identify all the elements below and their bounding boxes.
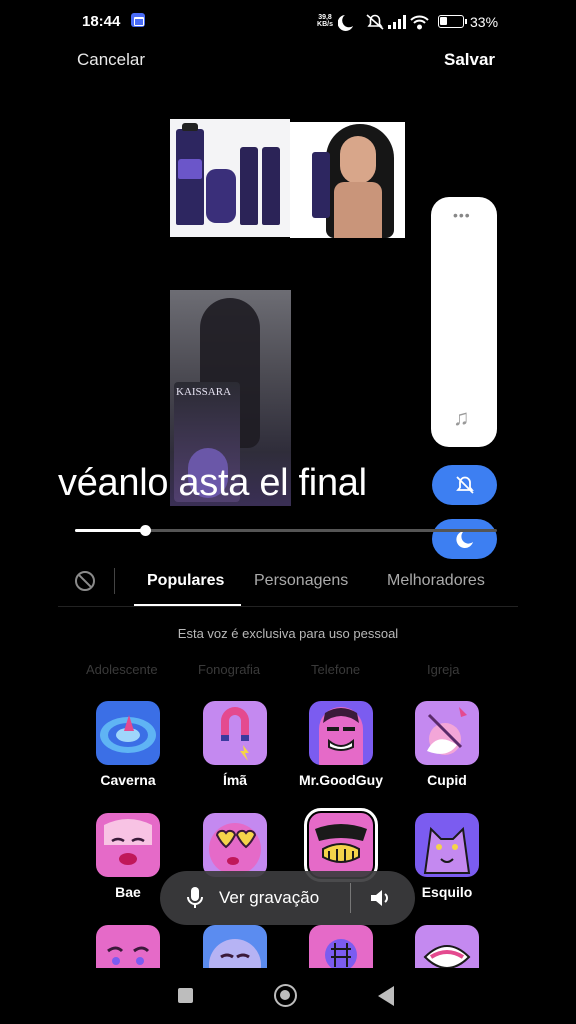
- recents-button[interactable]: [178, 988, 193, 1003]
- speaker-icon[interactable]: [369, 887, 393, 909]
- product-label: KAISSARA: [176, 386, 232, 398]
- tab-melhoradores[interactable]: Melhoradores: [387, 572, 485, 590]
- video-caption: véanlo asta el final: [58, 462, 367, 504]
- effect-row3-4[interactable]: [402, 925, 492, 968]
- goodguy-face-icon: [309, 701, 373, 765]
- effect-mr-goodguy[interactable]: Mr.GoodGuy: [296, 701, 386, 788]
- network-speed-unit: KB/s: [317, 21, 333, 28]
- magnet-icon: [203, 701, 267, 765]
- cancel-button[interactable]: Cancelar: [77, 50, 145, 70]
- effect-label: Ímã: [222, 772, 248, 788]
- back-button[interactable]: [378, 986, 394, 1006]
- effect-esquilo[interactable]: Esquilo: [402, 813, 492, 900]
- effect-lips-icon: [415, 925, 479, 968]
- product-photo-tile: [170, 119, 290, 237]
- effect-microphone-icon: [309, 925, 373, 968]
- model-photo-tile: [290, 122, 405, 238]
- timeline-thumb[interactable]: [140, 525, 151, 536]
- effect-tabs: Populares Personagens Melhoradores: [58, 562, 518, 607]
- tab-populares[interactable]: Populares: [147, 572, 224, 590]
- battery-percent: 33%: [470, 14, 499, 30]
- villain-face-icon: [304, 808, 378, 882]
- squirrel-icon: [415, 813, 479, 877]
- tab-personagens[interactable]: Personagens: [254, 572, 348, 590]
- tab-separator: [114, 568, 115, 594]
- home-button[interactable]: [274, 984, 297, 1007]
- faded-effect-label: Telefone: [311, 662, 361, 677]
- effect-row3-3[interactable]: [296, 925, 386, 968]
- faded-effect-label: Igreja: [427, 662, 460, 677]
- effect-label: Mr.GoodGuy: [299, 772, 383, 788]
- battery-value: 33: [470, 14, 486, 30]
- calendar-notification-icon: [131, 13, 145, 27]
- microphone-icon: [187, 887, 203, 908]
- effect-bae[interactable]: Bae: [83, 813, 173, 900]
- effect-caverna[interactable]: Caverna: [83, 701, 173, 788]
- floating-side-panel[interactable]: ••• ♫: [431, 197, 497, 447]
- battery-icon: [438, 15, 467, 28]
- bell-muted-icon: [455, 476, 474, 494]
- effect-label: Cupid: [427, 772, 467, 788]
- record-bar-separator: [350, 883, 351, 913]
- no-effect-icon[interactable]: [74, 570, 96, 592]
- exclusive-voice-hint: Esta voz é exclusiva para uso pessoal: [177, 626, 399, 641]
- network-speed-value: 39,8: [318, 14, 332, 21]
- view-recording-label[interactable]: Ver gravação: [219, 888, 319, 908]
- faded-effect-label: Adolescente: [86, 662, 158, 677]
- view-recording-bar[interactable]: Ver gravação: [160, 871, 415, 925]
- effect-label: Esquilo: [421, 884, 473, 900]
- effect-row3-1[interactable]: [83, 925, 173, 968]
- effect-ima[interactable]: Ímã: [190, 701, 280, 788]
- network-speed: 39,8 KB/s: [315, 14, 335, 28]
- bell-muted-icon: [366, 14, 384, 30]
- dnd-toggle-button[interactable]: [432, 519, 497, 559]
- effect-row3-2[interactable]: [190, 925, 280, 968]
- more-dots-icon[interactable]: •••: [453, 207, 471, 223]
- music-note-icon[interactable]: ♫: [453, 405, 470, 431]
- timeline-progress: [75, 529, 145, 532]
- signal-icon: [388, 15, 406, 29]
- effect-face-icon: [203, 925, 267, 968]
- heart-glasses-face-icon: [203, 813, 267, 877]
- mute-toggle-button[interactable]: [432, 465, 497, 505]
- active-tab-indicator: [134, 604, 241, 606]
- cupid-icon: [415, 701, 479, 765]
- effect-cupid[interactable]: Cupid: [402, 701, 492, 788]
- status-bar: 18:44 39,8 KB/s 33%: [0, 0, 576, 44]
- cave-swirl-icon: [96, 701, 160, 765]
- save-button[interactable]: Salvar: [444, 50, 495, 70]
- effect-label: Caverna: [100, 772, 156, 788]
- wifi-icon: [410, 15, 429, 30]
- moon-icon: [338, 15, 353, 31]
- bae-face-icon: [96, 813, 160, 877]
- status-time: 18:44: [82, 13, 121, 30]
- system-nav-bar: [0, 968, 576, 1024]
- faded-effect-label: Fonografia: [198, 662, 261, 677]
- effect-face-icon: [96, 925, 160, 968]
